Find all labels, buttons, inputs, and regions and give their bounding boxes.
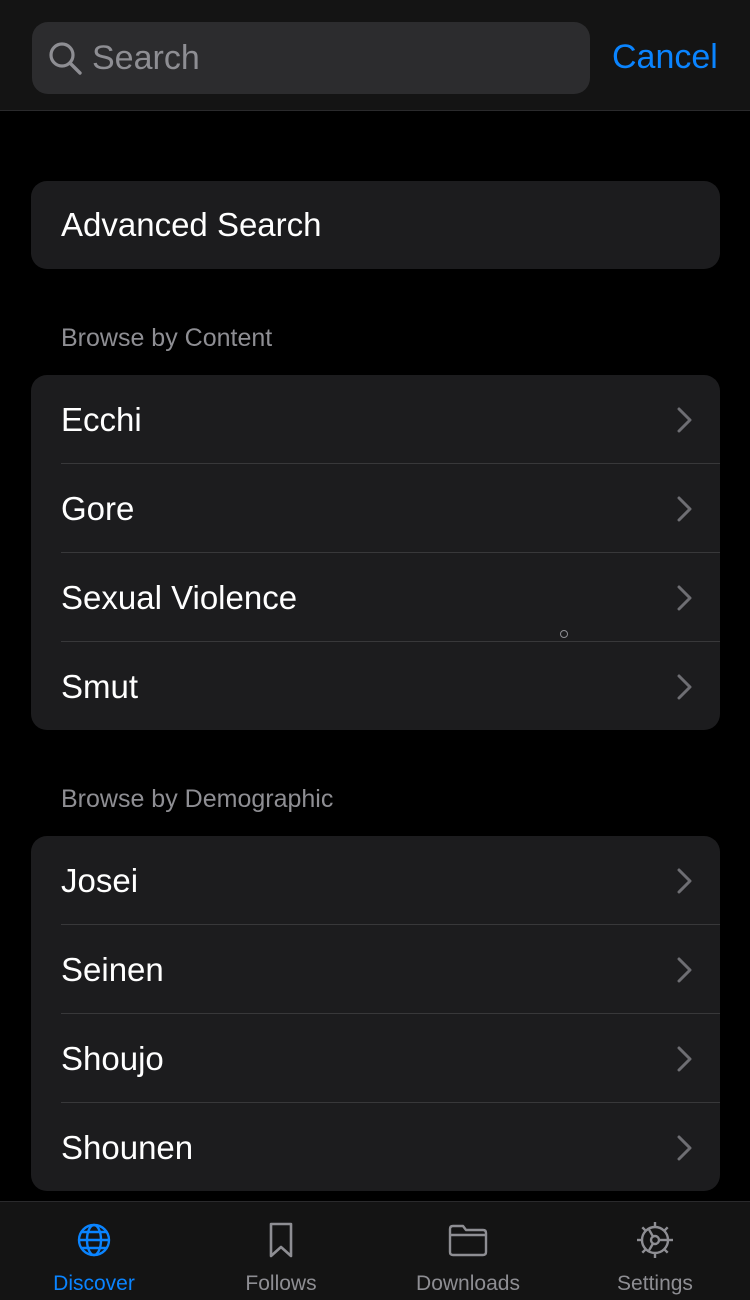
tab-follows[interactable]: Follows bbox=[187, 1202, 375, 1300]
content-list: Ecchi Gore Sexual Violence Smut bbox=[31, 375, 720, 730]
tab-discover[interactable]: Discover bbox=[0, 1202, 188, 1300]
chevron-right-icon bbox=[677, 1046, 692, 1072]
tab-label: Discover bbox=[53, 1272, 135, 1295]
chevron-right-icon bbox=[677, 868, 692, 894]
bookmark-icon bbox=[269, 1222, 293, 1258]
list-item-label: Smut bbox=[61, 668, 139, 705]
list-item-sexual-violence[interactable]: Sexual Violence bbox=[31, 553, 720, 642]
search-field[interactable] bbox=[32, 22, 590, 94]
advanced-search-label: Advanced Search bbox=[61, 206, 322, 243]
section-title-demographic: Browse by Demographic bbox=[61, 785, 334, 813]
tab-settings[interactable]: Settings bbox=[561, 1202, 749, 1300]
list-item-shoujo[interactable]: Shoujo bbox=[31, 1014, 720, 1103]
touch-indicator-dot bbox=[560, 630, 568, 638]
demographic-list: Josei Seinen Shoujo Shounen bbox=[31, 836, 720, 1191]
advanced-search-button[interactable]: Advanced Search bbox=[31, 181, 720, 269]
list-item-josei[interactable]: Josei bbox=[31, 836, 720, 925]
list-item-label: Shoujo bbox=[61, 1040, 164, 1077]
chevron-right-icon bbox=[677, 407, 692, 433]
section-title-content: Browse by Content bbox=[61, 324, 273, 352]
list-item-smut[interactable]: Smut bbox=[31, 642, 720, 730]
list-item-label: Seinen bbox=[61, 951, 164, 988]
tab-downloads[interactable]: Downloads bbox=[374, 1202, 562, 1300]
gear-icon bbox=[637, 1222, 673, 1258]
list-item-ecchi[interactable]: Ecchi bbox=[31, 375, 720, 464]
chevron-right-icon bbox=[677, 496, 692, 522]
list-item-label: Gore bbox=[61, 490, 135, 527]
list-item-shounen[interactable]: Shounen bbox=[31, 1103, 720, 1191]
app-screen: Cancel Advanced Search Browse by Content… bbox=[0, 0, 750, 1300]
list-item-label: Sexual Violence bbox=[61, 579, 298, 616]
chevron-right-icon bbox=[677, 957, 692, 983]
search-icon bbox=[49, 42, 82, 75]
search-header: Cancel bbox=[0, 0, 750, 111]
list-item-label: Josei bbox=[61, 862, 139, 899]
folder-icon bbox=[448, 1224, 488, 1257]
chevron-right-icon bbox=[677, 1135, 692, 1161]
chevron-right-icon bbox=[677, 585, 692, 611]
cancel-button[interactable]: Cancel bbox=[612, 36, 718, 78]
tab-bar: Discover Follows Downloads Settings bbox=[0, 1201, 750, 1300]
tab-label: Follows bbox=[245, 1272, 317, 1295]
search-input[interactable] bbox=[92, 22, 572, 94]
list-item-label: Shounen bbox=[61, 1129, 194, 1166]
list-item-label: Ecchi bbox=[61, 401, 142, 438]
tab-label: Downloads bbox=[416, 1272, 520, 1295]
chevron-right-icon bbox=[677, 674, 692, 700]
list-item-seinen[interactable]: Seinen bbox=[31, 925, 720, 1014]
globe-icon bbox=[77, 1223, 111, 1257]
tab-label: Settings bbox=[617, 1272, 693, 1295]
list-item-gore[interactable]: Gore bbox=[31, 464, 720, 553]
